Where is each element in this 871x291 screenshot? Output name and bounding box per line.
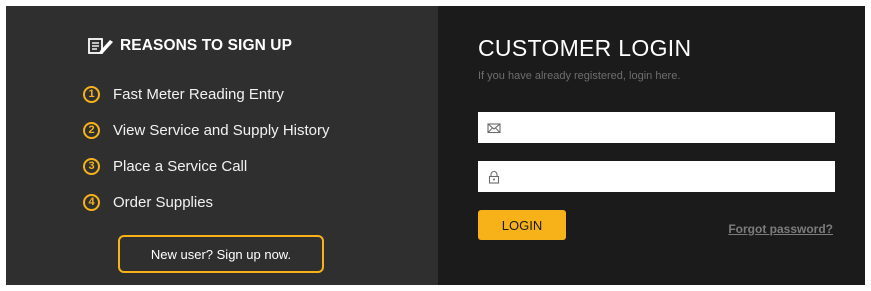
reasons-panel: REASONS TO SIGN UP 1 Fast Meter Reading … <box>6 6 438 285</box>
number-badge: 3 <box>83 157 100 175</box>
signup-login-container: REASONS TO SIGN UP 1 Fast Meter Reading … <box>6 6 865 285</box>
edit-document-icon <box>88 37 114 55</box>
password-input[interactable] <box>507 160 835 193</box>
list-item: 3 Place a Service Call <box>83 148 330 184</box>
signup-button[interactable]: New user? Sign up now. <box>118 235 324 273</box>
email-field-wrapper[interactable] <box>478 111 835 144</box>
list-item: 2 View Service and Supply History <box>83 112 330 148</box>
login-panel: CUSTOMER LOGIN If you have already regis… <box>438 6 865 285</box>
reasons-list: 1 Fast Meter Reading Entry 2 View Servic… <box>83 76 330 220</box>
reason-label: Fast Meter Reading Entry <box>113 85 284 103</box>
number-badge: 1 <box>83 85 100 103</box>
lock-icon <box>487 170 501 184</box>
forgot-password-link[interactable]: Forgot password? <box>728 222 833 236</box>
login-subtitle: If you have already registered, login he… <box>478 70 681 82</box>
login-title: CUSTOMER LOGIN <box>478 35 692 61</box>
email-input[interactable] <box>507 111 835 144</box>
reason-label: Place a Service Call <box>113 157 248 175</box>
list-item: 1 Fast Meter Reading Entry <box>83 76 330 112</box>
reasons-heading: REASONS TO SIGN UP <box>88 37 292 55</box>
reason-label: View Service and Supply History <box>113 121 330 139</box>
number-badge: 4 <box>83 193 100 211</box>
login-button[interactable]: LOGIN <box>478 210 566 240</box>
list-item: 4 Order Supplies <box>83 184 330 220</box>
envelope-icon <box>487 121 501 135</box>
reason-label: Order Supplies <box>113 193 214 211</box>
number-badge: 2 <box>83 121 100 139</box>
reasons-heading-text: REASONS TO SIGN UP <box>120 37 293 54</box>
password-field-wrapper[interactable] <box>478 160 835 193</box>
